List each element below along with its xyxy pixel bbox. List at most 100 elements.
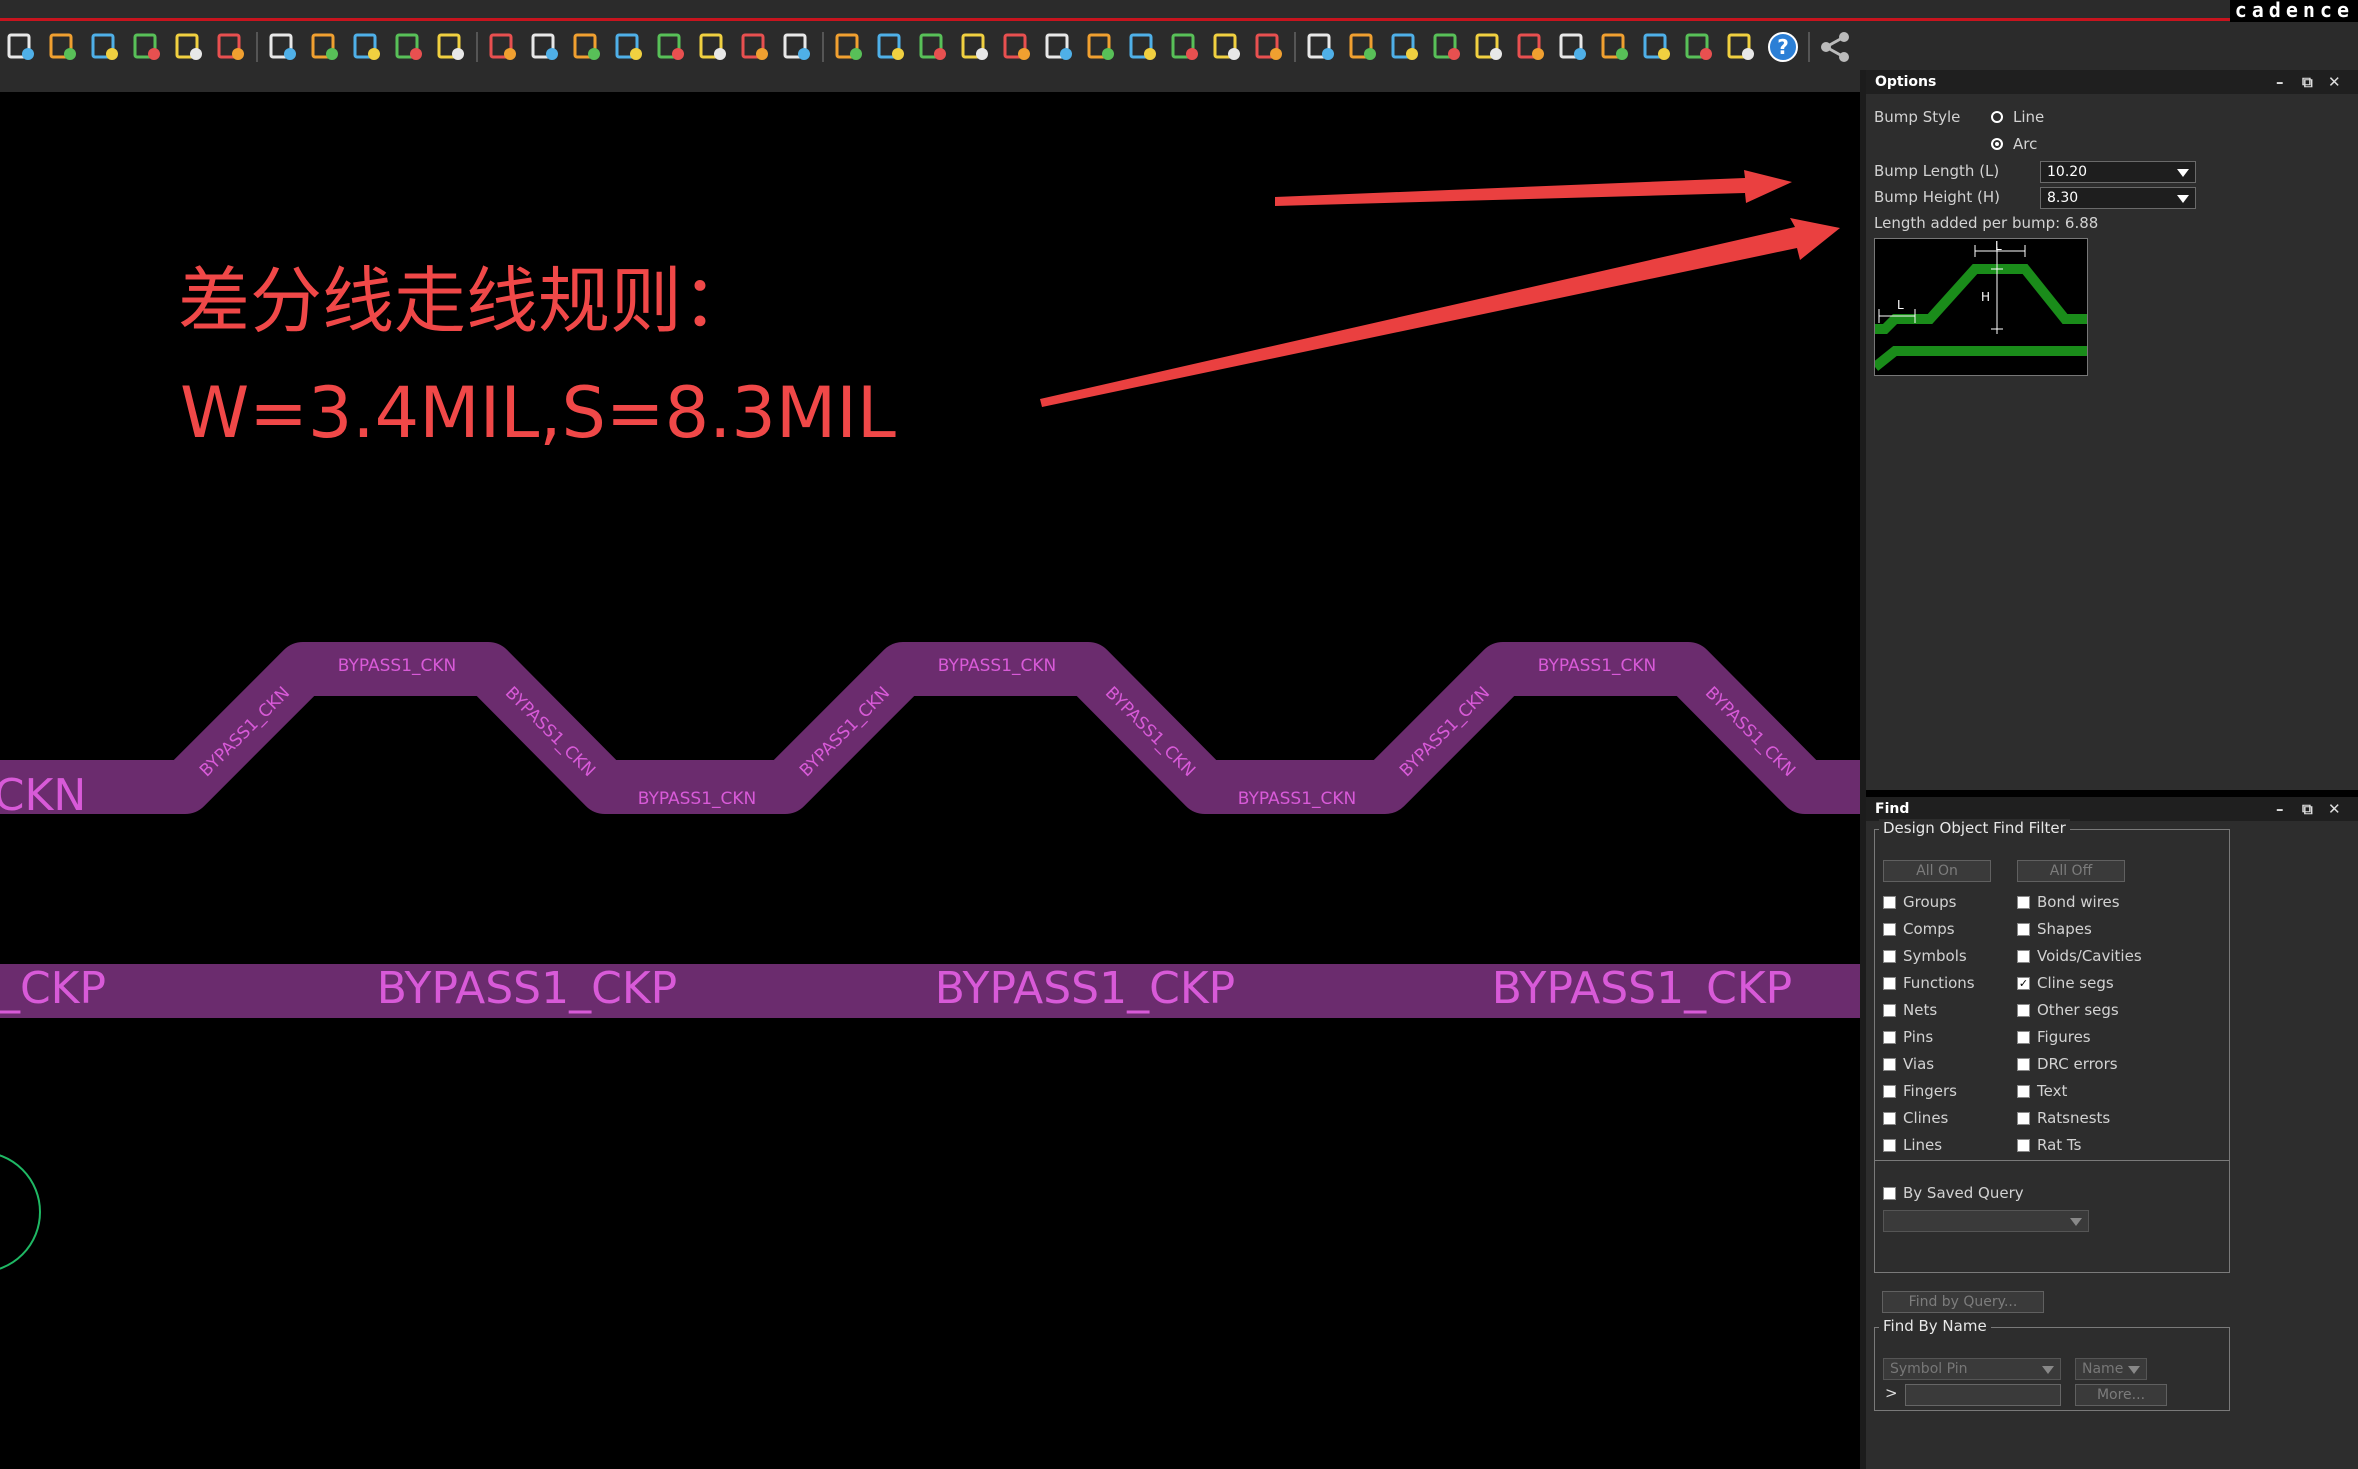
settings-icon[interactable] — [432, 28, 470, 66]
shadow-icon[interactable] — [652, 28, 690, 66]
drc-icon[interactable] — [1208, 28, 1246, 66]
filter-label: Figures — [2037, 1028, 2091, 1046]
matrix-icon[interactable] — [1512, 28, 1550, 66]
color-icon[interactable] — [212, 28, 250, 66]
minimize-icon[interactable]: – — [2276, 797, 2284, 821]
find-by-query-button[interactable]: Find by Query... — [1882, 1291, 2044, 1313]
find-filter-title: Design Object Find Filter — [1879, 819, 2070, 837]
help-icon[interactable]: ? — [1764, 28, 1802, 66]
options-panel: Options – ⧉ ✕ Bump Style Line Arc Bump L… — [1866, 70, 2358, 790]
check-icon[interactable] — [1680, 28, 1718, 66]
filter-checkbox[interactable] — [2017, 1112, 2030, 1125]
filter-checkbox[interactable]: ✓ — [2017, 977, 2030, 990]
swap-icon[interactable] — [1344, 28, 1382, 66]
assign-color-icon[interactable] — [778, 28, 816, 66]
style-arc-radio[interactable] — [1991, 138, 2003, 150]
name-mode-combo[interactable]: Name — [2075, 1358, 2147, 1380]
filter-checkbox[interactable] — [1883, 1004, 1896, 1017]
filter-checkbox[interactable] — [1883, 1031, 1896, 1044]
grid-icon[interactable] — [170, 28, 208, 66]
all-on-button[interactable]: All On — [1883, 860, 1991, 882]
add-rect-icon[interactable] — [872, 28, 910, 66]
saved-query-combo[interactable] — [1883, 1210, 2089, 1232]
report-icon[interactable] — [390, 28, 428, 66]
float-icon[interactable]: ⧉ — [2302, 70, 2313, 94]
bump-length-value: 10.20 — [2047, 164, 2088, 180]
close-icon[interactable]: ✕ — [2328, 797, 2341, 821]
all-off-button[interactable]: All Off — [2017, 860, 2125, 882]
bump-length-combo[interactable]: 10.20 — [2040, 161, 2196, 183]
filter-label: Lines — [1903, 1136, 1943, 1154]
toolbar-separator — [256, 32, 258, 62]
filter-label: Nets — [1903, 1001, 1938, 1019]
saved-query-label: By Saved Query — [1903, 1184, 2024, 1202]
style-line-label: Line — [2013, 108, 2045, 126]
info-icon[interactable] — [526, 28, 564, 66]
minimize-icon[interactable]: – — [2276, 70, 2284, 94]
filter-checkbox[interactable] — [2017, 1058, 2030, 1071]
select-icon[interactable] — [956, 28, 994, 66]
toolbar-separator — [1294, 32, 1296, 62]
filter-checkbox[interactable] — [2017, 1031, 2030, 1044]
visibility-icon[interactable] — [484, 28, 522, 66]
ckp-label: BYPASS1_CKP — [377, 963, 677, 1014]
name-input[interactable] — [1905, 1384, 2061, 1406]
refresh-icon[interactable] — [44, 28, 82, 66]
dehighlight-icon[interactable] — [694, 28, 732, 66]
bump-length-label: Bump Length (L) — [1874, 162, 2000, 180]
void-icon[interactable] — [1166, 28, 1204, 66]
saved-query-checkbox[interactable] — [1883, 1187, 1896, 1200]
mirror-icon[interactable] — [128, 28, 166, 66]
package-icon[interactable] — [568, 28, 606, 66]
stack-icon[interactable] — [1470, 28, 1508, 66]
rectangle-icon[interactable] — [1082, 28, 1120, 66]
close-icon[interactable]: ✕ — [2328, 70, 2341, 94]
filter-checkbox[interactable] — [1883, 896, 1896, 909]
filter-checkbox[interactable] — [1883, 950, 1896, 963]
circle-icon[interactable] — [1124, 28, 1162, 66]
filter-checkbox[interactable] — [1883, 1058, 1896, 1071]
filter-label: Ratsnests — [2037, 1109, 2111, 1127]
filter-checkbox[interactable] — [2017, 1139, 2030, 1152]
share-icon[interactable] — [1816, 28, 1854, 66]
options-title: Options — [1875, 74, 1937, 90]
rename-icon[interactable] — [1428, 28, 1466, 66]
polygon-icon[interactable] — [1040, 28, 1078, 66]
filter-checkbox[interactable] — [2017, 923, 2030, 936]
sheet-icon[interactable] — [348, 28, 386, 66]
move-icon[interactable] — [1302, 28, 1340, 66]
add-shape-icon[interactable] — [830, 28, 868, 66]
design-canvas[interactable]: CKN BYPASS1_CKN BYPASS1_CKN BYPASS1_CKN BYPA… — [0, 92, 1860, 1469]
place-icon[interactable] — [1250, 28, 1288, 66]
merge-icon[interactable] — [998, 28, 1036, 66]
board-icon[interactable] — [306, 28, 344, 66]
hourglass-icon[interactable] — [736, 28, 774, 66]
ckn-label: BYPASS1_CKN — [1238, 789, 1357, 809]
layer-icon[interactable] — [264, 28, 302, 66]
zoom-icon[interactable] — [2, 28, 40, 66]
filter-checkbox[interactable] — [2017, 1085, 2030, 1098]
bump-height-combo[interactable]: 8.30 — [2040, 187, 2196, 209]
filter-checkbox[interactable] — [2017, 1004, 2030, 1017]
object-type-combo[interactable]: Symbol Pin — [1883, 1358, 2061, 1380]
snapshot-icon[interactable] — [1386, 28, 1424, 66]
style-line-radio[interactable] — [1991, 111, 2003, 123]
filter-label: Bond wires — [2037, 893, 2120, 911]
highlight-icon[interactable] — [610, 28, 648, 66]
filter-checkbox[interactable] — [2017, 896, 2030, 909]
lock-icon[interactable] — [1722, 28, 1760, 66]
filter-checkbox[interactable] — [1883, 1139, 1896, 1152]
add-circle-icon[interactable] — [914, 28, 952, 66]
filter-checkbox[interactable] — [1883, 923, 1896, 936]
filter-checkbox[interactable] — [1883, 1085, 1896, 1098]
route-icon[interactable] — [86, 28, 124, 66]
more-button[interactable]: More... — [2075, 1384, 2167, 1406]
note-title: 差分线走线规则： — [178, 259, 755, 343]
dots-icon[interactable] — [1596, 28, 1634, 66]
float-icon[interactable]: ⧉ — [2302, 797, 2313, 821]
chip-icon[interactable] — [1554, 28, 1592, 66]
filter-checkbox[interactable] — [2017, 950, 2030, 963]
dots2-icon[interactable] — [1638, 28, 1676, 66]
filter-checkbox[interactable] — [1883, 1112, 1896, 1125]
filter-checkbox[interactable] — [1883, 977, 1896, 990]
